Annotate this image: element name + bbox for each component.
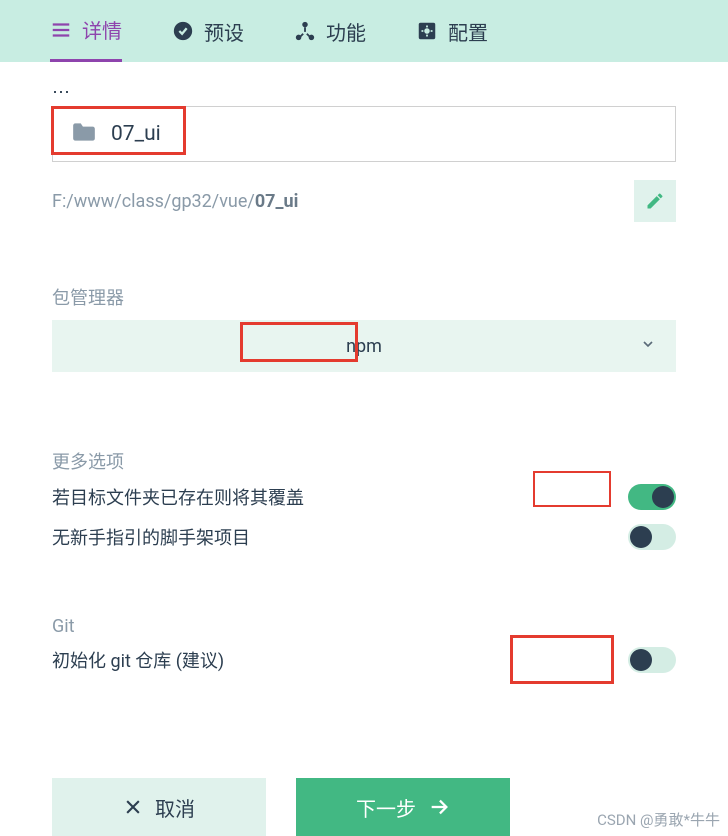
- tab-features[interactable]: 功能: [294, 0, 366, 62]
- button-label: 下一步: [356, 793, 416, 822]
- tab-label: 详情: [82, 15, 122, 44]
- next-button[interactable]: 下一步: [296, 778, 510, 836]
- tab-config[interactable]: 配置: [416, 0, 488, 62]
- tab-label: 配置: [448, 17, 488, 46]
- content-area: ⋯ 07_ui F:/www/class/gp32/vue/07_ui 包管理器…: [0, 62, 728, 673]
- tab-preset[interactable]: 预设: [172, 0, 244, 62]
- pencil-icon: [645, 191, 665, 211]
- tab-bar: 详情 预设 功能 配置: [0, 0, 728, 62]
- toggle-knob: [652, 486, 674, 508]
- list-icon: [50, 19, 72, 41]
- tab-label: 功能: [326, 17, 366, 46]
- toggle-noguide[interactable]: [628, 524, 676, 550]
- option-label: 若目标文件夹已存在则将其覆盖: [52, 484, 304, 510]
- package-manager-label: 包管理器: [52, 284, 676, 310]
- watermark: CSDN @勇敢*牛牛: [597, 809, 720, 830]
- toggle-git[interactable]: [628, 647, 676, 673]
- folder-selector[interactable]: 07_ui: [52, 106, 676, 162]
- gear-icon: [416, 20, 438, 42]
- toggle-overwrite[interactable]: [628, 484, 676, 510]
- truncated-section-label: ⋯: [52, 82, 676, 102]
- toggle-knob: [630, 526, 652, 548]
- path-row: F:/www/class/gp32/vue/07_ui: [52, 180, 676, 222]
- option-overwrite-row: 若目标文件夹已存在则将其覆盖: [52, 484, 676, 510]
- chevron-down-icon: [640, 336, 656, 356]
- select-value: npm: [346, 336, 382, 357]
- option-git-row: 初始化 git 仓库 (建议): [52, 647, 676, 673]
- git-label: Git: [52, 616, 676, 637]
- folder-name: 07_ui: [111, 122, 161, 146]
- close-icon: [123, 797, 143, 817]
- hub-icon: [294, 20, 316, 42]
- folder-path: F:/www/class/gp32/vue/07_ui: [52, 191, 298, 212]
- tab-label: 预设: [204, 17, 244, 46]
- button-label: 取消: [155, 793, 195, 822]
- package-manager-select[interactable]: npm: [52, 320, 676, 372]
- arrow-right-icon: [428, 796, 450, 818]
- more-options-label: 更多选项: [52, 448, 676, 474]
- tab-details[interactable]: 详情: [50, 0, 122, 62]
- option-noguide-row: 无新手指引的脚手架项目: [52, 524, 676, 550]
- folder-icon: [71, 121, 97, 147]
- cancel-button[interactable]: 取消: [52, 778, 266, 836]
- check-circle-icon: [172, 20, 194, 42]
- option-label: 无新手指引的脚手架项目: [52, 524, 250, 550]
- option-label: 初始化 git 仓库 (建议): [52, 647, 224, 673]
- edit-path-button[interactable]: [634, 180, 676, 222]
- toggle-knob: [630, 649, 652, 671]
